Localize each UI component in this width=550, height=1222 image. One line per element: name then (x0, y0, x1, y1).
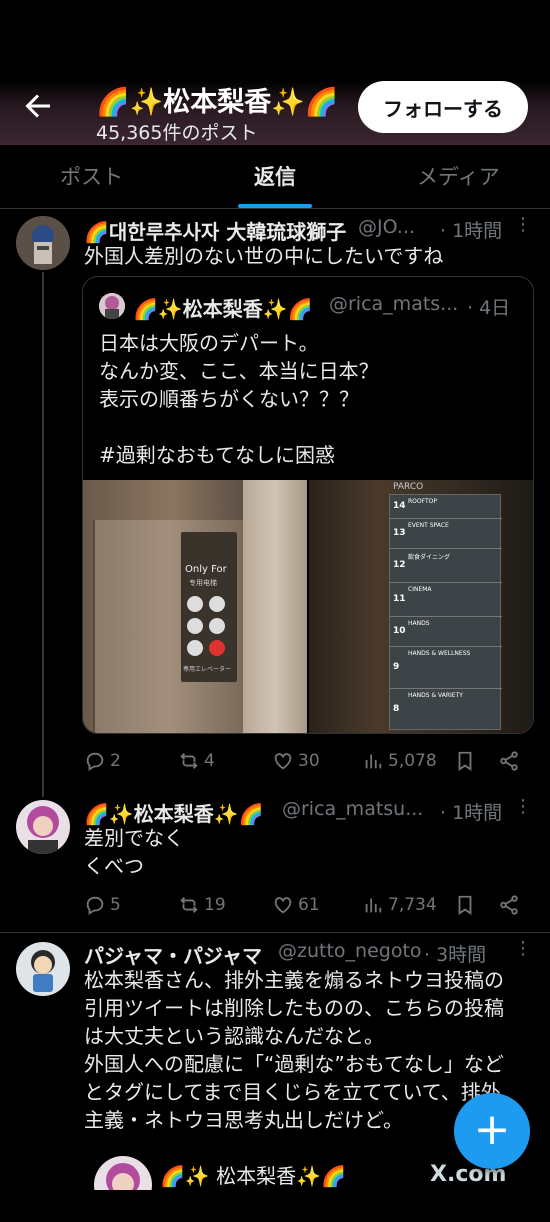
like-button[interactable]: 30 (272, 746, 320, 776)
views-button[interactable]: 5,078 (362, 746, 437, 776)
reply-button[interactable]: 2 (84, 746, 121, 776)
share-icon (500, 895, 518, 915)
share-button[interactable] (498, 746, 524, 776)
lion-figure-avatar-icon (16, 216, 70, 270)
tab-posts[interactable]: ポスト (0, 145, 183, 208)
more-options-icon[interactable]: ⋮ (514, 796, 532, 817)
person-avatar-icon (99, 293, 125, 319)
share-icon (500, 751, 518, 771)
floor-row: 9 HANDS & WELLNESS (390, 647, 502, 689)
author-handle[interactable]: @rica_matsu... (282, 798, 423, 820)
heart-icon (274, 897, 292, 914)
avatar (99, 293, 125, 319)
more-options-icon[interactable]: ⋮ (514, 214, 532, 235)
post-text: 差別でなく くべつ (84, 826, 184, 878)
quoted-post[interactable]: 🌈✨松本梨香✨🌈 @rica_mats... · 4日 日本は大阪のデパート。 … (82, 276, 534, 734)
heart-icon (274, 753, 292, 770)
bookmark-icon (458, 751, 472, 771)
author-name[interactable]: パジャマ・パジャマ (84, 940, 262, 969)
person-avatar-icon (16, 800, 70, 854)
bookmark-button[interactable] (454, 890, 480, 920)
active-tab-indicator (237, 204, 312, 208)
post-time: · 1時間 (440, 220, 503, 242)
sign-chinese-label: 专用电梯 (189, 579, 217, 587)
floor-row: 14 ROOFTOP (390, 495, 502, 519)
reply-icon (86, 896, 104, 915)
repost-icon (180, 753, 198, 769)
author-handle[interactable]: @JO... (358, 216, 415, 238)
embedded-author-name: 🌈✨ 松本梨香✨🌈 (160, 1164, 346, 1188)
floor-row: 12 飲食ダイニング (390, 549, 502, 583)
floor-row: 10 HANDS (390, 617, 502, 647)
views-button[interactable]: 7,734 (362, 890, 437, 920)
post-time: · 3時間 (424, 944, 487, 966)
avatar[interactable] (16, 216, 70, 270)
profile-tabs: ポスト 返信 メディア (0, 145, 550, 209)
accessibility-icons (187, 596, 231, 656)
repost-icon (180, 897, 198, 913)
profile-title: 🌈✨松本梨香✨🌈 (96, 87, 339, 118)
quoted-post-time: · 4日 (467, 297, 511, 319)
like-button[interactable]: 61 (272, 890, 320, 920)
bookmark-icon (458, 895, 472, 915)
post-text: 外国人差別のない世の中にしたいですね (84, 244, 444, 268)
post-actions: 2 4 30 5,078 (84, 746, 524, 776)
views-chart-icon (365, 754, 382, 769)
views-chart-icon (365, 898, 382, 913)
share-button[interactable] (498, 890, 524, 920)
wall-panel (243, 480, 307, 733)
tab-media[interactable]: メディア (367, 145, 550, 208)
follow-button[interactable]: フォローする (358, 81, 528, 133)
avatar[interactable] (16, 800, 70, 854)
reply-button[interactable]: 5 (84, 890, 121, 920)
quoted-post-text: 日本は大阪のデパート。 なんか変、ここ、本当に日本？ 表示の順番ちがくない？？？… (99, 331, 379, 467)
reply-icon (86, 752, 104, 771)
sign-japanese-label: 専用エレベーター (183, 666, 232, 673)
post-actions: 5 19 61 7,734 (84, 890, 524, 920)
post-text: 松本梨香さん、排外主義を煽るネトウヨ投稿の 引用ツイートは削除したものの、こちら… (84, 968, 504, 1132)
repost-button[interactable]: 19 (178, 890, 226, 920)
sign-english-label: Only For (185, 564, 227, 575)
avatar[interactable] (16, 942, 70, 996)
post-time: · 1時間 (440, 802, 503, 824)
elevator-sign-panel: Only For 专用电梯 専用エレベーター (181, 532, 237, 682)
author-name[interactable]: 🌈✨松本梨香✨🌈 (84, 798, 264, 827)
bottom-fade (0, 1190, 550, 1222)
profile-header: 🌈✨松本梨香✨🌈 45,365件のポスト フォローする (0, 0, 550, 145)
bookmark-button[interactable] (454, 746, 480, 776)
compose-button[interactable]: + (454, 1093, 530, 1169)
parco-label: PARCO (393, 482, 424, 492)
floor-row: 11 CINEMA (390, 583, 502, 617)
post-count: 45,365件のポスト (96, 122, 258, 144)
directory-board: 14 ROOFTOP 13 EVENT SPACE 12 飲食ダイニング 11 CINE… (389, 494, 502, 730)
repost-button[interactable]: 4 (178, 746, 215, 776)
floor-row: 13 EVENT SPACE (390, 519, 502, 549)
elevator-photo[interactable]: Only For 专用电梯 専用エレベーター (83, 480, 307, 733)
quoted-author-name: 🌈✨松本梨香✨🌈 (133, 297, 313, 321)
thread-connector-line (42, 272, 44, 797)
tab-replies[interactable]: 返信 (183, 145, 366, 208)
post-divider (0, 932, 550, 933)
author-name[interactable]: 🌈대한루추사자 大韓琉球獅子 (84, 216, 346, 245)
floor-directory-photo[interactable]: PARCO 14 ROOFTOP 13 EVENT SPACE 12 飲食ダイニング … (309, 480, 533, 733)
cartoon-boy-avatar-icon (16, 942, 70, 996)
author-handle[interactable]: @zutto_negoto (278, 940, 422, 962)
back-arrow-icon[interactable] (20, 88, 56, 124)
quoted-author-handle: @rica_mats... (329, 293, 459, 315)
floor-row: 8 HANDS & VARIETY (393, 692, 463, 714)
more-options-icon[interactable]: ⋮ (514, 938, 532, 959)
